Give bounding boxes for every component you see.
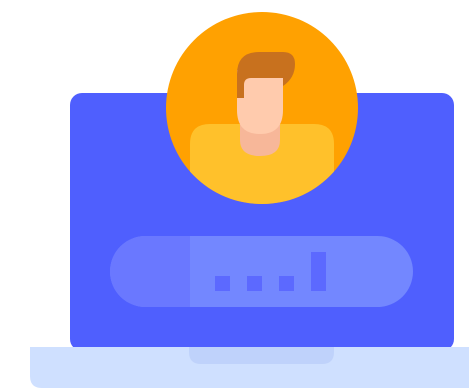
laptop-base-notch — [189, 347, 334, 364]
password-dot — [279, 276, 294, 291]
password-field-left-cap — [109, 236, 190, 307]
password-dot — [215, 276, 230, 291]
login-illustration — [30, 12, 469, 388]
laptop-base — [30, 347, 469, 388]
password-cursor — [311, 252, 326, 291]
password-field — [109, 236, 413, 307]
password-dot — [247, 276, 262, 291]
